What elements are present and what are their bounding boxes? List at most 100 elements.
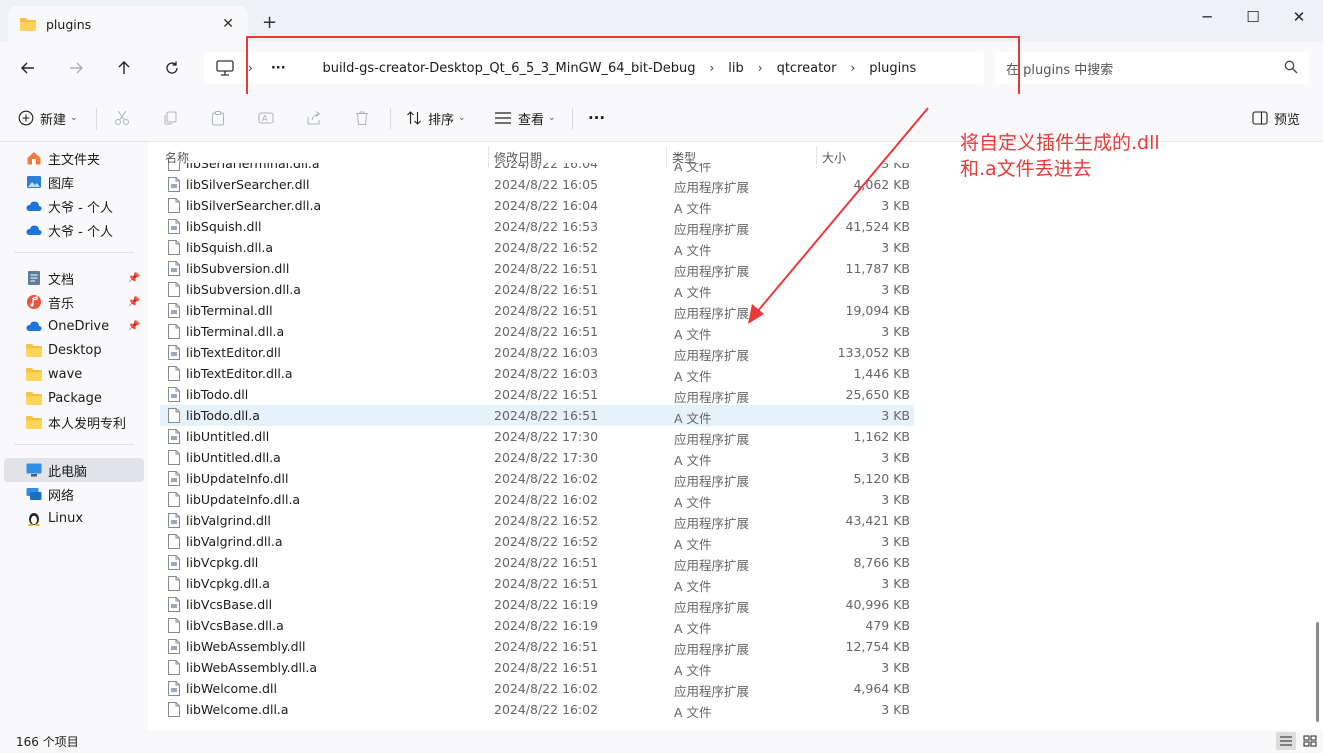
file-type: A 文件	[674, 495, 712, 510]
sidebar-item-music[interactable]: 音乐 📌	[4, 290, 144, 314]
rename-button[interactable]: A	[258, 104, 280, 132]
file-icon	[168, 366, 180, 381]
tab-plugins[interactable]: plugins ✕	[8, 6, 248, 42]
sidebar-item-linux[interactable]: Linux	[4, 506, 144, 530]
sidebar-item-onedrive[interactable]: OneDrive 📌	[4, 314, 144, 338]
tab-close-icon[interactable]: ✕	[222, 16, 234, 32]
sidebar-item-this-pc[interactable]: 此电脑	[4, 458, 144, 482]
sort-icon	[406, 110, 422, 126]
table-row[interactable]: libSquish.dll.a 2024/8/22 16:52 A 文件 3 KB	[160, 237, 914, 258]
table-row[interactable]: libSilverSearcher.dll 2024/8/22 16:05 应用程序…	[160, 174, 914, 195]
table-row[interactable]: libUntitled.dll.a 2024/8/22 17:30 A 文件 3 KB	[160, 447, 914, 468]
sidebar-item-gallery[interactable]: 图库	[4, 170, 144, 194]
table-row[interactable]: libUntitled.dll 2024/8/22 17:30 应用程序扩展 1,16…	[160, 426, 914, 447]
sidebar-item-home[interactable]: 主文件夹	[4, 146, 144, 170]
pin-icon[interactable]: 📌	[128, 273, 140, 284]
table-row[interactable]: libVcpkg.dll.a 2024/8/22 16:51 A 文件 3 KB	[160, 573, 914, 594]
sort-button[interactable]: 排序 ⌄	[406, 104, 466, 132]
table-row[interactable]: libTextEditor.dll 2024/8/22 16:03 应用程序扩展 13…	[160, 342, 914, 363]
vertical-scrollbar[interactable]	[1316, 622, 1319, 722]
table-row[interactable]: libTerminal.dll.a 2024/8/22 16:51 A 文件 3 KB	[160, 321, 914, 342]
sidebar-item-desktop[interactable]: Desktop	[4, 338, 144, 362]
file-date: 2024/8/22 16:51	[494, 660, 599, 675]
sidebar-item-package[interactable]: Package	[4, 386, 144, 410]
sidebar-item-wave[interactable]: wave	[4, 362, 144, 386]
file-type: A 文件	[674, 411, 712, 426]
scissors-icon	[114, 110, 130, 126]
file-size: 4,964 KB	[853, 681, 910, 696]
search-input[interactable]: 在 plugins 中搜索	[994, 52, 1310, 84]
file-type: 应用程序扩展	[674, 558, 750, 573]
file-icon	[168, 513, 180, 528]
view-button[interactable]: 查看 ⌄	[494, 104, 556, 132]
cut-button[interactable]	[114, 104, 136, 132]
minimize-button[interactable]: ─	[1184, 4, 1230, 30]
pin-icon[interactable]: 📌	[128, 297, 140, 308]
navigation-pane: 主文件夹 图库 大爷 - 个人 大爷 - 个人 文档 📌 音乐 📌 OneDri…	[0, 142, 148, 730]
file-name: libTerminal.dll	[186, 303, 273, 318]
table-row[interactable]: libTextEditor.dll.a 2024/8/22 16:03 A 文件 1,…	[160, 363, 914, 384]
table-row[interactable]: libSquish.dll 2024/8/22 16:53 应用程序扩展 41,524…	[160, 216, 914, 237]
svg-text:A: A	[262, 114, 268, 123]
file-icon	[168, 261, 180, 276]
table-row[interactable]: libUpdateInfo.dll.a 2024/8/22 16:02 A 文件 3 …	[160, 489, 914, 510]
table-row[interactable]: libSubversion.dll 2024/8/22 16:51 应用程序扩展 11…	[160, 258, 914, 279]
copy-button[interactable]	[162, 104, 184, 132]
table-row[interactable]: libValgrind.dll 2024/8/22 16:52 应用程序扩展 43,4…	[160, 510, 914, 531]
file-icon	[168, 177, 180, 192]
paste-button[interactable]	[210, 104, 232, 132]
table-row[interactable]: libWelcome.dll 2024/8/22 16:02 应用程序扩展 4,964…	[160, 678, 914, 699]
maximize-button[interactable]: ☐	[1230, 4, 1276, 30]
more-options-button[interactable]: ···	[588, 104, 605, 132]
file-type: 应用程序扩展	[674, 432, 750, 447]
table-row[interactable]: libWelcome.dll.a 2024/8/22 16:02 A 文件 3 KB	[160, 699, 914, 720]
sidebar-item-network[interactable]: 网络	[4, 482, 144, 506]
file-type: A 文件	[674, 327, 712, 342]
table-row[interactable]: libVcsBase.dll 2024/8/22 16:19 应用程序扩展 40,99…	[160, 594, 914, 615]
sidebar-item-patents[interactable]: 本人发明专利	[4, 410, 144, 434]
new-button[interactable]: 新建 ⌄	[18, 104, 78, 132]
file-icon	[168, 492, 180, 507]
refresh-button[interactable]	[158, 54, 186, 82]
up-button[interactable]	[110, 54, 138, 82]
file-size: 3 KB	[881, 534, 910, 549]
share-button[interactable]	[306, 104, 328, 132]
new-tab-button[interactable]: +	[262, 12, 277, 33]
file-icon	[168, 387, 180, 402]
file-name: libSubversion.dll.a	[186, 282, 301, 297]
table-row[interactable]: libWebAssembly.dll 2024/8/22 16:51 应用程序扩展 1…	[160, 636, 914, 657]
sidebar-item-documents[interactable]: 文档 📌	[4, 266, 144, 290]
file-icon	[168, 681, 180, 696]
file-name: libUntitled.dll	[186, 429, 270, 444]
table-row[interactable]: libVcpkg.dll 2024/8/22 16:51 应用程序扩展 8,766 K…	[160, 552, 914, 573]
details-view-button[interactable]	[1276, 732, 1296, 750]
file-type: 应用程序扩展	[674, 222, 750, 237]
close-window-button[interactable]: ✕	[1276, 4, 1322, 30]
file-name: libSubversion.dll	[186, 261, 290, 276]
table-row[interactable]: libSilverSearcher.dll.a 2024/8/22 16:04 A …	[160, 195, 914, 216]
file-size: 1,446 KB	[853, 366, 910, 381]
sidebar-item-cloud-personal-2[interactable]: 大爷 - 个人	[4, 218, 144, 242]
sidebar-item-label: wave	[48, 366, 83, 382]
pin-icon[interactable]: 📌	[128, 321, 140, 332]
table-row[interactable]: libSubversion.dll.a 2024/8/22 16:51 A 文件 3 …	[160, 279, 914, 300]
table-row[interactable]: libSerialTerminal.dll.a 2024/8/22 16:04 A …	[160, 163, 914, 174]
preview-button[interactable]: 预览	[1252, 104, 1300, 132]
table-row[interactable]: libUpdateInfo.dll 2024/8/22 16:02 应用程序扩展 5,…	[160, 468, 914, 489]
tiles-view-button[interactable]	[1300, 732, 1320, 750]
table-row[interactable]: libTodo.dll 2024/8/22 16:51 应用程序扩展 25,650 K…	[160, 384, 914, 405]
back-button[interactable]	[14, 54, 42, 82]
refresh-icon	[166, 61, 178, 74]
forward-button[interactable]	[62, 54, 90, 82]
file-icon	[168, 282, 180, 297]
table-row[interactable]: libVcsBase.dll.a 2024/8/22 16:19 A 文件 479 K…	[160, 615, 914, 636]
table-row[interactable]: libTerminal.dll 2024/8/22 16:51 应用程序扩展 19,0…	[160, 300, 914, 321]
file-date: 2024/8/22 16:51	[494, 324, 599, 339]
delete-button[interactable]	[354, 104, 376, 132]
chevron-down-icon: ⌄	[458, 113, 466, 123]
file-rows: libSerialTerminal.dll.a 2024/8/22 16:04 A …	[160, 163, 914, 730]
sidebar-item-cloud-personal[interactable]: 大爷 - 个人	[4, 194, 144, 218]
table-row[interactable]: libValgrind.dll.a 2024/8/22 16:52 A 文件 3 KB	[160, 531, 914, 552]
table-row[interactable]: libTodo.dll.a 2024/8/22 16:51 A 文件 3 KB	[160, 405, 914, 426]
table-row[interactable]: libWebAssembly.dll.a 2024/8/22 16:51 A 文件 3…	[160, 657, 914, 678]
